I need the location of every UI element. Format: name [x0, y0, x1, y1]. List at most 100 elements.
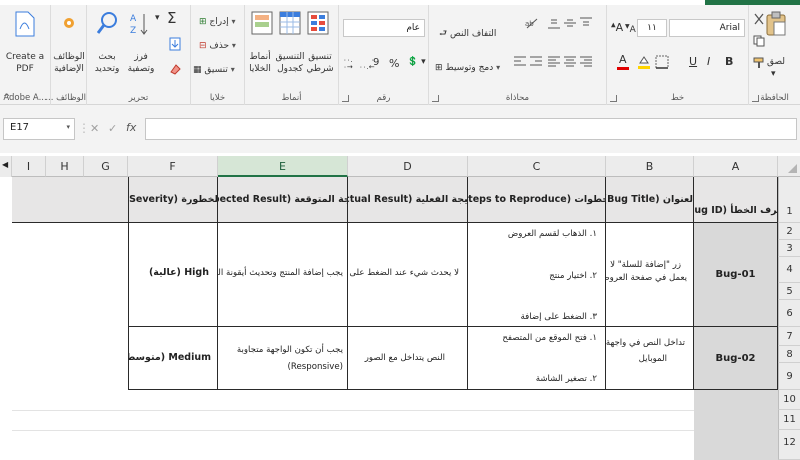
column-header-e[interactable]: E	[218, 156, 348, 177]
sort-filter-button[interactable]: فرز وتصفية	[123, 51, 159, 75]
insert-cells-button[interactable]: ▾ إدراج ⊞	[199, 17, 235, 27]
name-box[interactable]: E17 ▾	[3, 118, 75, 140]
column-header-b[interactable]: B	[606, 156, 694, 177]
column-header-a[interactable]: A	[694, 156, 778, 177]
borders-icon[interactable]	[655, 55, 669, 69]
header-severity[interactable]: الخطورة (Severity)	[128, 177, 218, 223]
header-bug-title[interactable]: العنوان (Bug Title)	[606, 177, 694, 223]
paste-button[interactable]: لصق	[767, 57, 785, 67]
header-bug-id[interactable]: معرف الخطأ (Bug ID)	[694, 177, 778, 223]
bold-button[interactable]: B	[725, 55, 733, 68]
column-header-c[interactable]: C	[468, 156, 606, 177]
cut-icon[interactable]	[753, 13, 765, 25]
collapse-ribbon-icon[interactable]: ^	[3, 93, 11, 103]
copy-icon[interactable]	[753, 35, 765, 47]
outdent-icon[interactable]	[513, 55, 527, 67]
bug1-severity-cell[interactable]: High (عالية)	[128, 223, 218, 327]
row-header-10[interactable]: 10	[778, 390, 800, 410]
enter-icon[interactable]: ✓	[108, 122, 117, 135]
align-bottom-icon[interactable]	[547, 17, 561, 29]
column-header-i[interactable]: I	[12, 156, 46, 177]
autosum-icon[interactable]: Σ	[167, 9, 176, 27]
formula-input[interactable]	[145, 118, 797, 140]
accounting-format-button[interactable]: ▾ 💲	[407, 57, 426, 67]
alignment-launcher-icon[interactable]	[432, 95, 439, 102]
align-right-icon[interactable]	[579, 55, 593, 67]
cell-styles-button[interactable]: أنماط الخلايا	[245, 51, 275, 75]
font-launcher-icon[interactable]	[610, 95, 617, 102]
merge-center-button[interactable]: ▾ دمج وتوسيط ⊞	[435, 63, 500, 73]
conditional-formatting-icon[interactable]	[307, 11, 329, 35]
format-as-table-icon[interactable]	[279, 11, 301, 35]
row-header-7[interactable]: 7	[778, 327, 800, 346]
create-pdf-icon[interactable]	[14, 11, 36, 37]
row-header-1[interactable]: 1	[778, 177, 800, 223]
bug1-title-cell[interactable]: زر "إضافة للسلة" لا يعمل في صفحة العروض	[606, 223, 694, 327]
row-header-8[interactable]: 8	[778, 346, 800, 363]
column-header-h[interactable]: H	[46, 156, 84, 177]
find-select-button[interactable]: بحث وتحديد	[89, 51, 125, 75]
row-header-5[interactable]: 5	[778, 283, 800, 300]
bug2-title-cell[interactable]: تداخل النص في واجهة الموبايل	[606, 327, 694, 390]
fill-icon[interactable]	[169, 37, 181, 51]
number-launcher-icon[interactable]	[342, 95, 349, 102]
header-expected-result[interactable]: النتيجة المتوقعة (Expected Result)	[218, 177, 348, 223]
row-header-12[interactable]: 12	[778, 430, 800, 460]
number-format-combo[interactable]: عام	[343, 19, 425, 37]
row-header-9[interactable]: 9	[778, 363, 800, 390]
decrease-decimal-button[interactable]: .٠٠ →٠	[343, 57, 353, 71]
cell-styles-icon[interactable]	[251, 11, 273, 35]
cancel-icon[interactable]: ✕	[90, 122, 99, 135]
bug2-id-cell[interactable]: Bug-02	[694, 327, 778, 390]
bug2-severity-cell[interactable]: Medium (متوسطة)	[128, 327, 218, 390]
sort-filter-icon[interactable]: A Z	[129, 11, 151, 37]
bug2-steps-cell[interactable]: ١. فتح الموقع من المتصفح ٢. تصغير الشاشة	[468, 327, 606, 390]
paste-dropdown-icon[interactable]: ▾	[771, 69, 776, 79]
format-painter-icon[interactable]	[753, 57, 765, 69]
align-center-icon[interactable]	[563, 55, 577, 67]
paste-icon[interactable]	[765, 11, 787, 37]
conditional-formatting-button[interactable]: تنسيق شرطي	[305, 51, 335, 75]
row-header-6[interactable]: 6	[778, 300, 800, 327]
wrap-text-button[interactable]: التفاف النص ⮐	[439, 26, 496, 42]
clipboard-launcher-icon[interactable]	[752, 95, 759, 102]
addins-icon[interactable]	[61, 15, 77, 31]
fill-color-icon[interactable]	[637, 55, 651, 69]
underline-button[interactable]: U	[689, 55, 697, 68]
row-header-4[interactable]: 4	[778, 257, 800, 283]
row-header-11[interactable]: 11	[778, 410, 800, 430]
align-left-icon[interactable]	[547, 55, 561, 67]
bug1-steps-cell[interactable]: ١. الذهاب لقسم العروض ٢. اختيار منتج ٣. …	[468, 223, 606, 327]
delete-cells-button[interactable]: ▾ حذف ⊟	[199, 41, 236, 51]
header-actual-result[interactable]: النتيجة الفعلية (Actual Result)	[348, 177, 468, 223]
insert-function-icon[interactable]: fx	[126, 121, 136, 134]
percent-button[interactable]: %	[389, 57, 399, 70]
indent-icon[interactable]	[529, 55, 543, 67]
align-middle-icon[interactable]	[563, 17, 577, 29]
column-header-g[interactable]: G	[84, 156, 128, 177]
create-pdf-button[interactable]: Create a PDF	[2, 51, 48, 75]
clear-icon[interactable]	[169, 63, 181, 75]
bug2-expected-cell[interactable]: يجب أن تكون الواجهة متجاوبة (Responsive)	[218, 327, 348, 390]
bug1-expected-cell[interactable]: يجب إضافة المنتج وتحديث أيقونة السلة	[218, 223, 348, 327]
row-header-3[interactable]: 3	[778, 240, 800, 257]
orientation-icon[interactable]: ab	[525, 17, 541, 29]
column-header-d[interactable]: D	[348, 156, 468, 177]
format-cells-button[interactable]: ▾ تنسيق ▦	[193, 65, 235, 75]
select-all-corner[interactable]	[778, 156, 800, 177]
grow-font-button[interactable]: A▲	[611, 21, 623, 34]
font-color-button[interactable]: A	[619, 53, 627, 66]
italic-button[interactable]: I	[707, 55, 710, 68]
autosum-dropdown[interactable]: ▾	[155, 13, 160, 23]
header-steps[interactable]: الخطوات (Steps to Reproduce)	[468, 177, 606, 223]
addins-button[interactable]: الوظائف الإضافية	[51, 51, 87, 75]
bug2-actual-cell[interactable]: النص يتداخل مع الصور	[348, 327, 468, 390]
column-header-f[interactable]: F	[128, 156, 218, 177]
shrink-font-button[interactable]: A▼	[625, 23, 636, 35]
bug1-actual-cell[interactable]: لا يحدث شيء عند الضغط على الزر	[348, 223, 468, 327]
increase-decimal-button[interactable]: ٠ ←.٠٠	[359, 57, 375, 71]
font-name-combo[interactable]: Arial	[669, 19, 745, 37]
row-header-2[interactable]: 2	[778, 223, 800, 240]
font-size-combo[interactable]: ١١	[637, 19, 667, 37]
format-as-table-button[interactable]: التنسيق كجدول	[273, 51, 307, 75]
